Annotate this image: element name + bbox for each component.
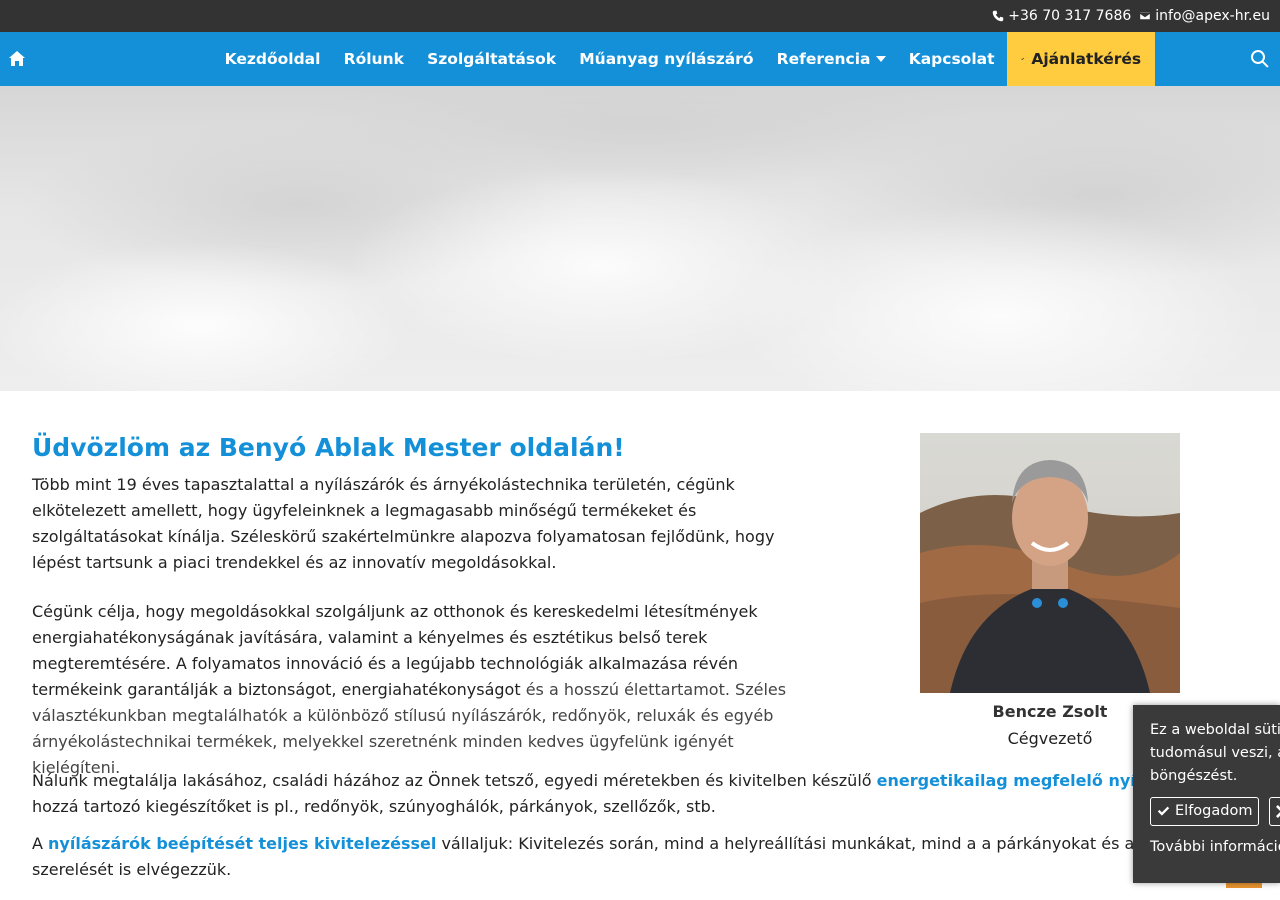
installation-text-a: A [32,834,49,853]
ceo-portrait [920,433,1180,693]
nav-item-kapcsolat[interactable]: Kapcsolat [897,32,1006,86]
phone-number: +36 70 317 7686 [1008,8,1132,24]
top-bar: +36 70 317 7686 info@apex-hr.eu [0,0,1280,32]
installation-paragraph: A nyílászárók beépítését teljes kivitele… [32,831,1272,883]
installation-link[interactable]: nyílászárók beépítését teljes kivitelezé… [48,834,436,853]
envelope-icon [1139,11,1151,21]
check-icon [1021,57,1025,61]
cookie-accept-button[interactable]: Elfogadom [1150,797,1260,826]
nav-item-muanyag-nyilaszaro[interactable]: Műanyag nyílászáró [568,32,765,86]
offer-text-a: Nálunk megtalálja lakásához, családi ház… [32,771,877,790]
close-icon [1276,805,1280,818]
home-button[interactable] [0,32,34,86]
cookie-banner: Ez a weboldal sütiket használ. tudomásul… [1133,705,1280,883]
quote-request-label: Ajánlatkérés [1031,50,1142,68]
caret-down-icon [875,56,886,62]
search-button[interactable] [1250,49,1270,69]
check-icon [1157,806,1170,816]
phone-link[interactable]: +36 70 317 7686 [992,8,1131,24]
cookie-text-3: böngészést. [1150,768,1238,784]
phone-icon [992,10,1004,22]
nav-item-szolgaltatasok[interactable]: Szolgáltatások [416,32,568,86]
intro-paragraph: Több mint 19 éves tapasztalattal a nyílá… [32,475,775,572]
main-navbar: Kezdőoldal Rólunk Szolgáltatások Műanyag… [0,32,1280,86]
cookie-decline-button[interactable] [1269,797,1280,826]
cookie-text-1: Ez a weboldal sütiket használ. [1150,722,1280,738]
quote-request-button[interactable]: Ajánlatkérés [1007,32,1156,86]
cookie-more-info-link[interactable]: További információ [1150,836,1280,859]
nav-item-rolunk[interactable]: Rólunk [332,32,415,86]
cookie-text-2: tudomásul veszi, amennyiben [1150,745,1280,761]
cookie-accept-label: Elfogadom [1175,803,1253,819]
email-link[interactable]: info@apex-hr.eu [1139,8,1270,24]
email-address: info@apex-hr.eu [1155,8,1270,24]
offer-paragraph: Nálunk megtalálja lakásához, családi ház… [32,768,1272,820]
nav-item-referencia-label: Referencia [776,50,871,68]
hero-banner [0,86,1280,391]
nav-item-kezdooldal[interactable]: Kezdőoldal [213,32,332,86]
nav-item-referencia[interactable]: Referencia [765,32,897,86]
page-title: Üdvözlöm az Benyó Ablak Mester oldalán! [32,433,625,462]
mission-paragraph: Cégünk célja, hogy megoldásokkal szolgál… [32,599,822,781]
search-icon [1251,50,1269,68]
nav-menu: Kezdőoldal Rólunk Szolgáltatások Műanyag… [213,32,1156,86]
home-icon [9,51,25,66]
